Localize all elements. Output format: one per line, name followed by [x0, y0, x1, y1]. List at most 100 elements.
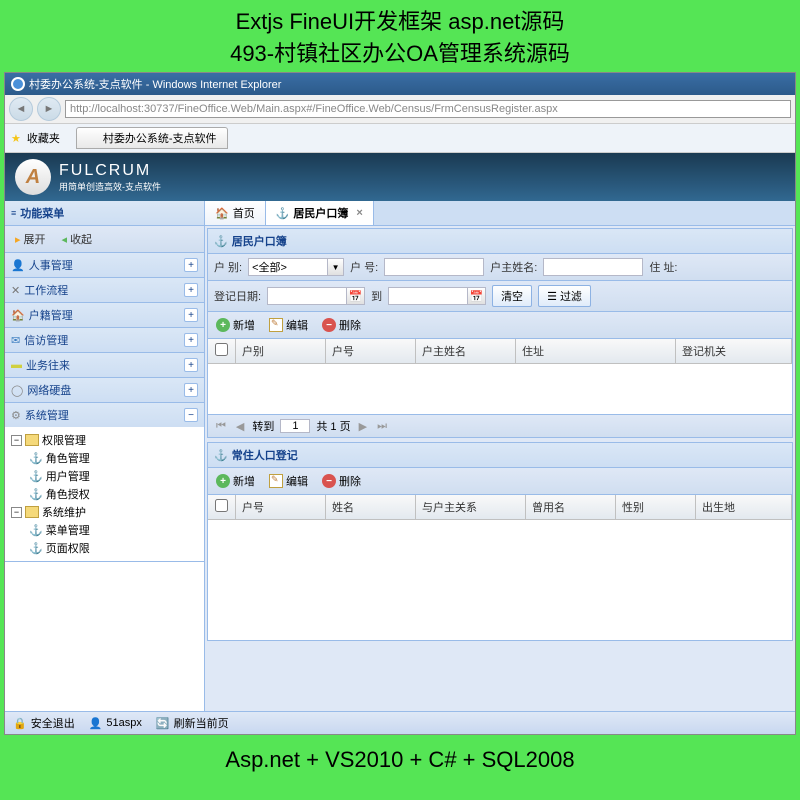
content-area: 🏠首页 ⚓居民户口簿× ⚓居民户口簿 户 别: ▼ 户 号: 户主姓名: 住 址…	[205, 201, 795, 711]
collapse-btn-icon[interactable]: −	[184, 408, 198, 422]
col-name[interactable]: 姓名	[326, 495, 416, 519]
col-reg[interactable]: 登记机关	[676, 339, 792, 363]
sidebar-title: 功能菜单	[20, 205, 64, 221]
tree-node-maint[interactable]: −系统维护	[7, 503, 202, 521]
sidebar-item-hr[interactable]: 👤人事管理+	[5, 253, 204, 277]
star-icon: ★	[11, 132, 21, 145]
type-select[interactable]	[248, 258, 328, 276]
person-icon: 👤	[11, 259, 25, 272]
col-birthplace[interactable]: 出生地	[696, 495, 792, 519]
filter-row-1: 户 别: ▼ 户 号: 户主姓名: 住 址:	[208, 254, 792, 281]
col-type[interactable]: 户别	[236, 339, 326, 363]
brand-slogan: 用简单创造高效-支点软件	[59, 180, 161, 193]
brand-name: FULCRUM	[59, 162, 161, 180]
tree-leaf-auth[interactable]: ⚓角色授权	[7, 485, 202, 503]
expand-btn-icon[interactable]: +	[184, 383, 198, 397]
expand-btn-icon[interactable]: +	[184, 308, 198, 322]
calendar-icon[interactable]: 📅	[468, 287, 486, 305]
select-all-checkbox[interactable]	[215, 343, 228, 356]
sidebar-tree: −权限管理 ⚓角色管理 ⚓用户管理 ⚓角色授权 −系统维护 ⚓菜单管理 ⚓页面权…	[5, 427, 204, 561]
col-relation[interactable]: 与户主关系	[416, 495, 526, 519]
biz-icon: ▬	[11, 359, 22, 371]
edit-button[interactable]: 编辑	[267, 471, 310, 491]
app-header: FULCRUM 用简单创造高效-支点软件	[5, 153, 795, 201]
panel1-header: ⚓居民户口簿	[208, 229, 792, 254]
expand-btn-icon[interactable]: +	[184, 283, 198, 297]
date-from-input[interactable]	[267, 287, 347, 305]
num-input[interactable]	[384, 258, 484, 276]
calendar-icon[interactable]: 📅	[347, 287, 365, 305]
tree-node-perm[interactable]: −权限管理	[7, 431, 202, 449]
add-button[interactable]: +新增	[214, 471, 257, 491]
dropdown-icon[interactable]: ▼	[328, 258, 344, 276]
pager-first-icon[interactable]: ⏮	[214, 420, 228, 433]
collapse-sidebar-icon[interactable]: ≡	[11, 208, 16, 218]
edit-button[interactable]: 编辑	[267, 315, 310, 335]
col-checkbox[interactable]	[208, 339, 236, 363]
favorites-label[interactable]: 收藏夹	[27, 130, 60, 146]
back-button[interactable]: ◄	[9, 97, 33, 121]
tree-leaf-user[interactable]: ⚓用户管理	[7, 467, 202, 485]
owner-input[interactable]	[543, 258, 643, 276]
sidebar-item-workflow[interactable]: ✕工作流程+	[5, 278, 204, 302]
address-bar[interactable]	[65, 100, 791, 118]
expand-button[interactable]: ▸展开	[11, 229, 50, 249]
tab-census[interactable]: ⚓居民户口簿×	[266, 201, 374, 225]
tree-leaf-role[interactable]: ⚓角色管理	[7, 449, 202, 467]
sidebar-item-business[interactable]: ▬业务往来+	[5, 353, 204, 377]
user-info[interactable]: 👤51aspx	[89, 717, 142, 730]
grid1-header: 户别 户号 户主姓名 住址 登记机关	[208, 339, 792, 364]
collapse-button[interactable]: ◂收起	[58, 229, 97, 249]
ie-icon	[11, 77, 25, 91]
col-alias[interactable]: 曾用名	[526, 495, 616, 519]
sidebar-item-system[interactable]: ⚙系统管理−	[5, 403, 204, 427]
num-label: 户 号:	[350, 259, 378, 275]
delete-button[interactable]: −删除	[320, 315, 363, 335]
house-icon: 🏠	[11, 309, 25, 322]
sidebar-item-census[interactable]: 🏠户籍管理+	[5, 303, 204, 327]
expand-icon: ▸	[15, 233, 21, 246]
date-to-input[interactable]	[388, 287, 468, 305]
tree-toggle-icon[interactable]: −	[11, 435, 22, 446]
tree-toggle-icon[interactable]: −	[11, 507, 22, 518]
pager-prev-icon[interactable]: ◀	[234, 420, 246, 433]
tree-leaf-page[interactable]: ⚓页面权限	[7, 539, 202, 557]
add-button[interactable]: +新增	[214, 315, 257, 335]
tree-leaf-menu[interactable]: ⚓菜单管理	[7, 521, 202, 539]
col-gender[interactable]: 性别	[616, 495, 696, 519]
grid2-body	[208, 520, 792, 640]
add-icon: +	[216, 474, 230, 488]
col-num[interactable]: 户号	[236, 495, 326, 519]
delete-button[interactable]: −删除	[320, 471, 363, 491]
anchor-icon: ⚓	[29, 452, 43, 465]
favorites-bar: ★ 收藏夹 村委办公系统-支点软件	[5, 124, 795, 153]
col-num[interactable]: 户号	[326, 339, 416, 363]
anchor-icon: ⚓	[214, 449, 228, 462]
tab-home[interactable]: 🏠首页	[205, 201, 266, 225]
pager-last-icon[interactable]: ⏭	[375, 420, 389, 433]
logout-button[interactable]: 🔒安全退出	[13, 715, 75, 731]
refresh-button[interactable]: 🔄刷新当前页	[156, 715, 229, 731]
col-owner[interactable]: 户主姓名	[416, 339, 516, 363]
banner-line1: Extjs FineUI开发框架 asp.net源码	[0, 4, 800, 36]
col-addr[interactable]: 住址	[516, 339, 676, 363]
filter-button[interactable]: ☰过滤	[538, 285, 591, 307]
banner-line2: 493-村镇社区办公OA管理系统源码	[0, 36, 800, 68]
col-checkbox[interactable]	[208, 495, 236, 519]
expand-btn-icon[interactable]: +	[184, 358, 198, 372]
forward-button[interactable]: ►	[37, 97, 61, 121]
sidebar-item-petition[interactable]: ✉信访管理+	[5, 328, 204, 352]
grid2-header: 户号 姓名 与户主关系 曾用名 性别 出生地	[208, 495, 792, 520]
expand-btn-icon[interactable]: +	[184, 333, 198, 347]
pager-page-input[interactable]	[280, 419, 310, 433]
anchor-icon: ⚓	[29, 542, 43, 555]
browser-tab[interactable]: 村委办公系统-支点软件	[76, 127, 228, 149]
sys-icon: ⚙	[11, 409, 21, 422]
expand-btn-icon[interactable]: +	[184, 258, 198, 272]
clear-button[interactable]: 清空	[492, 285, 532, 307]
close-tab-icon[interactable]: ×	[356, 207, 362, 219]
sidebar-item-netdisk[interactable]: ◯网络硬盘+	[5, 378, 204, 402]
disk-icon: ◯	[11, 384, 23, 397]
select-all-checkbox[interactable]	[215, 499, 228, 512]
pager-next-icon[interactable]: ▶	[357, 420, 369, 433]
